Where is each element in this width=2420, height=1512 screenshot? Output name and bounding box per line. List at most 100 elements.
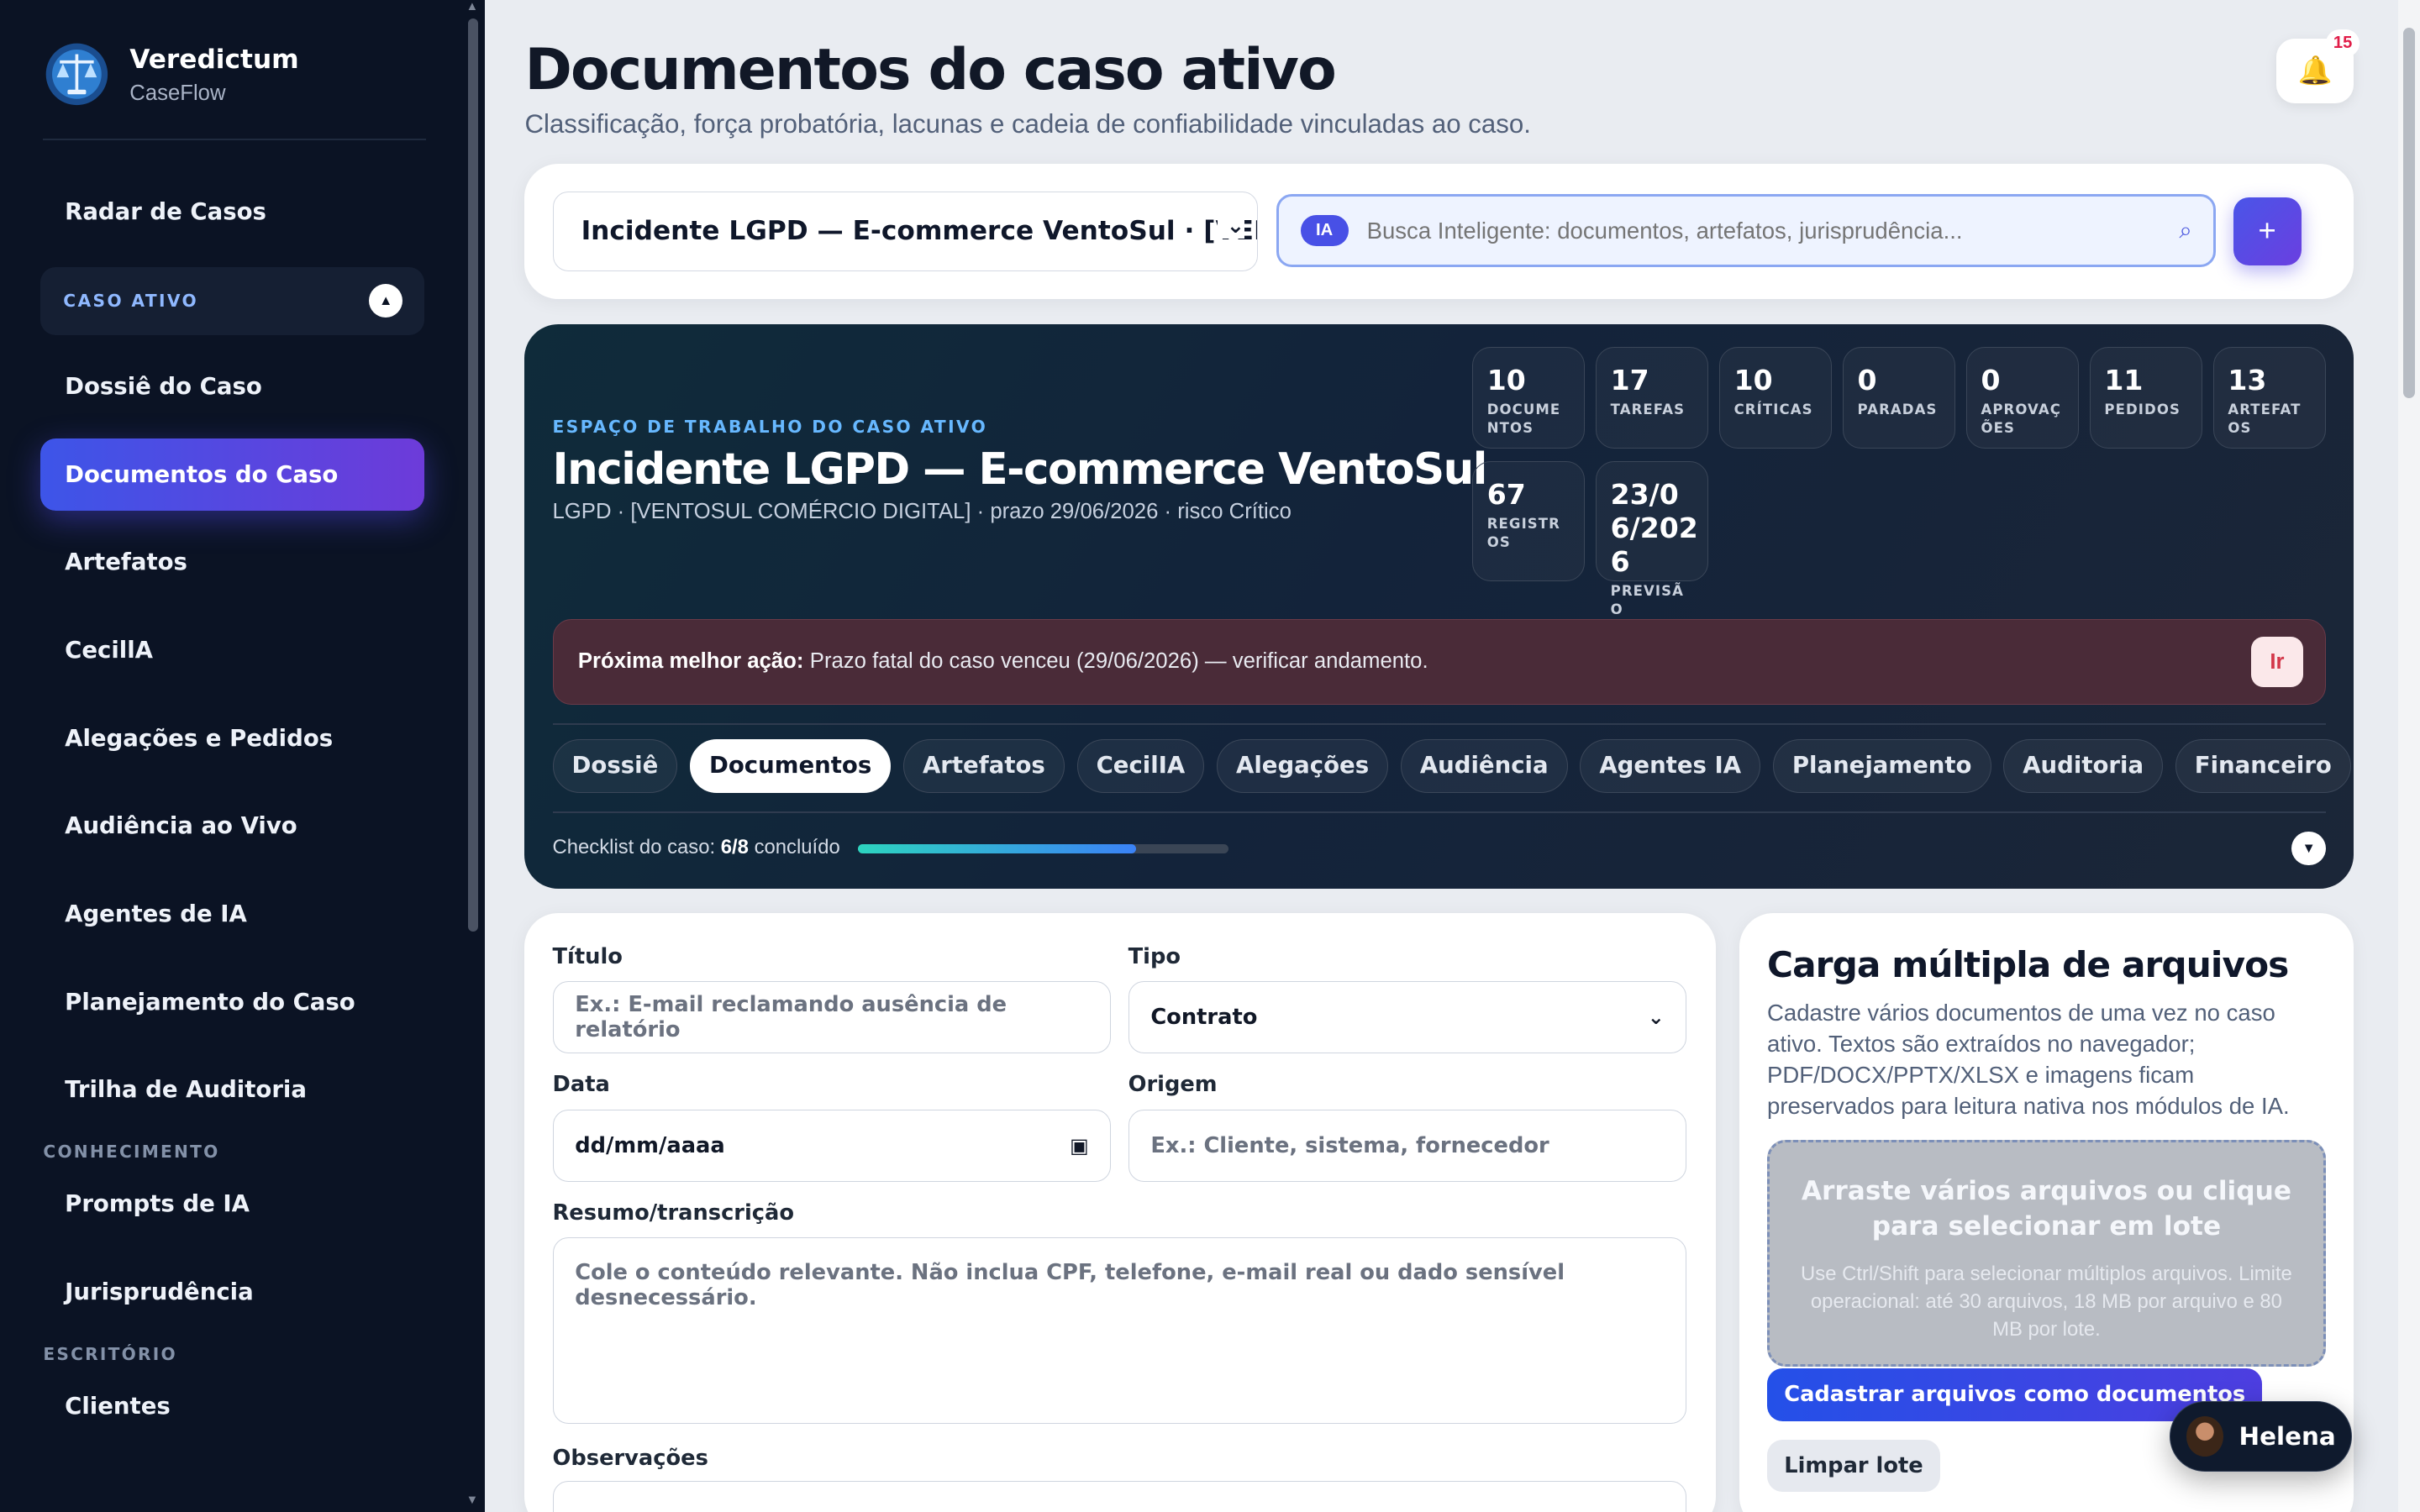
sidebar: Veredictum CaseFlow Radar de Casos CASO … — [0, 0, 485, 1512]
sidebar-item-alegacoes[interactable]: Alegações e Pedidos — [40, 702, 424, 774]
stat-artefatos: 13 ARTEFATOS — [2212, 347, 2326, 449]
avatar — [2186, 1416, 2224, 1457]
calendar-icon[interactable]: ▣ — [1070, 1134, 1089, 1158]
sidebar-item-clientes[interactable]: Clientes — [40, 1370, 424, 1442]
tab-auditoria[interactable]: Auditoria — [2003, 738, 2164, 794]
document-form-card: Título Ex.: E-mail reclamando ausência d… — [524, 913, 1717, 1512]
title-input[interactable]: Ex.: E-mail reclamando ausência de relat… — [552, 981, 1112, 1054]
page-title: Documentos do caso ativo — [524, 37, 1336, 104]
divider — [552, 723, 2326, 726]
tab-artefatos[interactable]: Artefatos — [902, 738, 1065, 794]
origin-input[interactable]: Ex.: Cliente, sistema, fornecedor — [1128, 1109, 1687, 1182]
sidebar-item-artefatos[interactable]: Artefatos — [40, 526, 424, 598]
tab-agentes-ia[interactable]: Agentes IA — [1580, 738, 1761, 794]
brand-name: Veredictum — [129, 44, 299, 75]
workspace-meta: LGPD · [VENTOSUL COMÉRCIO DIGITAL] · pra… — [552, 500, 1292, 524]
brand[interactable]: Veredictum CaseFlow — [0, 0, 485, 139]
upload-description: Cadastre vários documentos de uma vez no… — [1767, 1000, 2290, 1119]
stat-registros: 67 REGISTROS — [1472, 461, 1586, 582]
file-dropzone[interactable]: Arraste vários arquivos ou clique para s… — [1767, 1140, 2326, 1368]
workspace-kicker: ESPAÇO DE TRABALHO DO CASO ATIVO — [552, 416, 988, 437]
checklist-status: Checklist do caso: 6/8 concluído — [552, 836, 840, 859]
office-label: ESCRITÓRIO — [43, 1343, 177, 1364]
stat-tarefas: 17 TAREFAS — [1596, 347, 1709, 449]
sidebar-item-agentes[interactable]: Agentes de IA — [40, 878, 424, 950]
type-select[interactable]: Contrato ⌄ — [1128, 981, 1687, 1054]
case-tabs: Dossiê Documentos Artefatos CecilIA Aleg… — [552, 738, 2351, 794]
divider — [552, 811, 2326, 813]
sidebar-item-cecilia[interactable]: CecillA — [40, 614, 424, 686]
sidebar-item-radar[interactable]: Radar de Casos — [40, 176, 424, 248]
stat-previsao: 23/06/2026 PREVISÃO — [1596, 461, 1709, 617]
sidebar-item-jurisprudencia[interactable]: Jurisprudência — [40, 1256, 424, 1328]
ai-search-input[interactable] — [1366, 217, 2180, 244]
ai-search-field[interactable]: IA ⌕ — [1276, 194, 2217, 267]
case-selector-value: Incidente LGPD — E-commerce VentoSul · [… — [581, 216, 1257, 247]
scales-logo-icon — [46, 43, 108, 105]
type-label: Tipo — [1128, 944, 1181, 970]
expand-down-icon[interactable]: ▼ — [2291, 831, 2326, 866]
go-button[interactable]: Ir — [2250, 636, 2304, 688]
stat-aprovacoes: 0 APROVAÇÕES — [1965, 347, 2080, 449]
tab-documentos[interactable]: Documentos — [689, 738, 892, 794]
summary-textarea[interactable]: Cole o conteúdo relevante. Não inclua CP… — [552, 1237, 1687, 1425]
brand-sub: CaseFlow — [129, 81, 226, 105]
active-case-label: CASO ATIVO — [63, 291, 199, 312]
collapse-up-icon[interactable]: ▲ — [368, 283, 403, 318]
date-input[interactable]: dd/mm/aaaa ▣ — [552, 1109, 1112, 1182]
sidebar-item-auditoria[interactable]: Trilha de Auditoria — [40, 1053, 424, 1126]
notification-count-badge: 15 — [2325, 29, 2360, 57]
page-scrollbar[interactable] — [2398, 0, 2420, 1512]
sidebar-scrollbar[interactable]: ▲ ▼ — [463, 0, 481, 1512]
page-subtitle: Classificação, força probatória, lacunas… — [524, 109, 1531, 139]
next-action-label: Próxima melhor ação: — [577, 649, 804, 674]
main-content: Documentos do caso ativo Classificação, … — [485, 0, 2399, 1512]
add-button[interactable]: + — [2233, 197, 2302, 265]
page-scroll-thumb[interactable] — [2402, 28, 2416, 398]
case-selector[interactable]: Incidente LGPD — E-commerce VentoSul · [… — [552, 191, 1258, 272]
assistant-chat-button[interactable]: Helena — [2170, 1400, 2353, 1473]
chevron-down-icon: ⌄ — [1217, 213, 1245, 239]
origin-label: Origem — [1128, 1072, 1218, 1098]
search-bar-card: Incidente LGPD — E-commerce VentoSul · [… — [524, 163, 2354, 300]
workspace-title: Incidente LGPD — E-commerce VentoSul — [552, 444, 1488, 495]
checklist-progress-bar — [858, 843, 1228, 853]
dropzone-sub-text: Use Ctrl/Shift para selecionar múltiplos… — [1801, 1262, 2292, 1341]
notes-input[interactable] — [552, 1481, 1687, 1512]
active-case-section[interactable]: CASO ATIVO ▲ — [39, 266, 425, 335]
sidebar-scroll-thumb[interactable] — [467, 18, 479, 932]
sidebar-item-documentos[interactable]: Documentos do Caso — [39, 438, 425, 511]
stat-paradas: 0 PARADAS — [1843, 347, 1956, 449]
stat-criticas: 10 CRÍTICAS — [1719, 347, 1833, 449]
title-label: Título — [552, 944, 623, 970]
scroll-up-icon[interactable]: ▲ — [466, 0, 479, 13]
upload-title: Carga múltipla de arquivos — [1767, 944, 2289, 986]
search-icon[interactable]: ⌕ — [2179, 217, 2191, 244]
summary-label: Resumo/transcrição — [552, 1200, 795, 1226]
stat-documentos: 10 DOCUMENTOS — [1472, 347, 1586, 449]
tab-planejamento[interactable]: Planejamento — [1772, 738, 1991, 794]
sidebar-item-planejamento[interactable]: Planejamento do Caso — [40, 966, 424, 1038]
ai-badge: IA — [1300, 214, 1349, 247]
chevron-down-icon: ⌄ — [1647, 1005, 1665, 1030]
tab-audiencia[interactable]: Audiência — [1400, 738, 1568, 794]
notes-label: Observações — [552, 1445, 708, 1471]
stat-pedidos: 11 PEDIDOS — [2089, 347, 2202, 449]
dropzone-main-text: Arraste vários arquivos ou clique para s… — [1801, 1176, 2292, 1242]
clear-batch-button[interactable]: Limpar lote — [1767, 1439, 1940, 1493]
assistant-name: Helena — [2238, 1421, 2336, 1451]
scroll-down-icon[interactable]: ▼ — [466, 1494, 479, 1507]
tab-financeiro[interactable]: Financeiro — [2175, 738, 2351, 794]
sidebar-item-dossie[interactable]: Dossiê do Caso — [40, 350, 424, 423]
sidebar-item-prompts[interactable]: Prompts de IA — [40, 1168, 424, 1240]
next-action-text: Prazo fatal do caso venceu (29/06/2026) … — [809, 649, 1428, 674]
tab-dossie[interactable]: Dossiê — [552, 738, 678, 794]
knowledge-label: CONHECIMENTO — [43, 1141, 220, 1162]
next-action-banner: Próxima melhor ação: Prazo fatal do caso… — [552, 618, 2326, 706]
tab-cecilia[interactable]: CecilIA — [1076, 738, 1205, 794]
tab-alegacoes[interactable]: Alegações — [1216, 738, 1389, 794]
date-label: Data — [552, 1072, 610, 1098]
checklist-progress-fill — [858, 843, 1136, 853]
case-workspace-card: ESPAÇO DE TRABALHO DO CASO ATIVO Inciden… — [524, 323, 2354, 889]
sidebar-item-audiencia[interactable]: Audiência ao Vivo — [40, 790, 424, 862]
